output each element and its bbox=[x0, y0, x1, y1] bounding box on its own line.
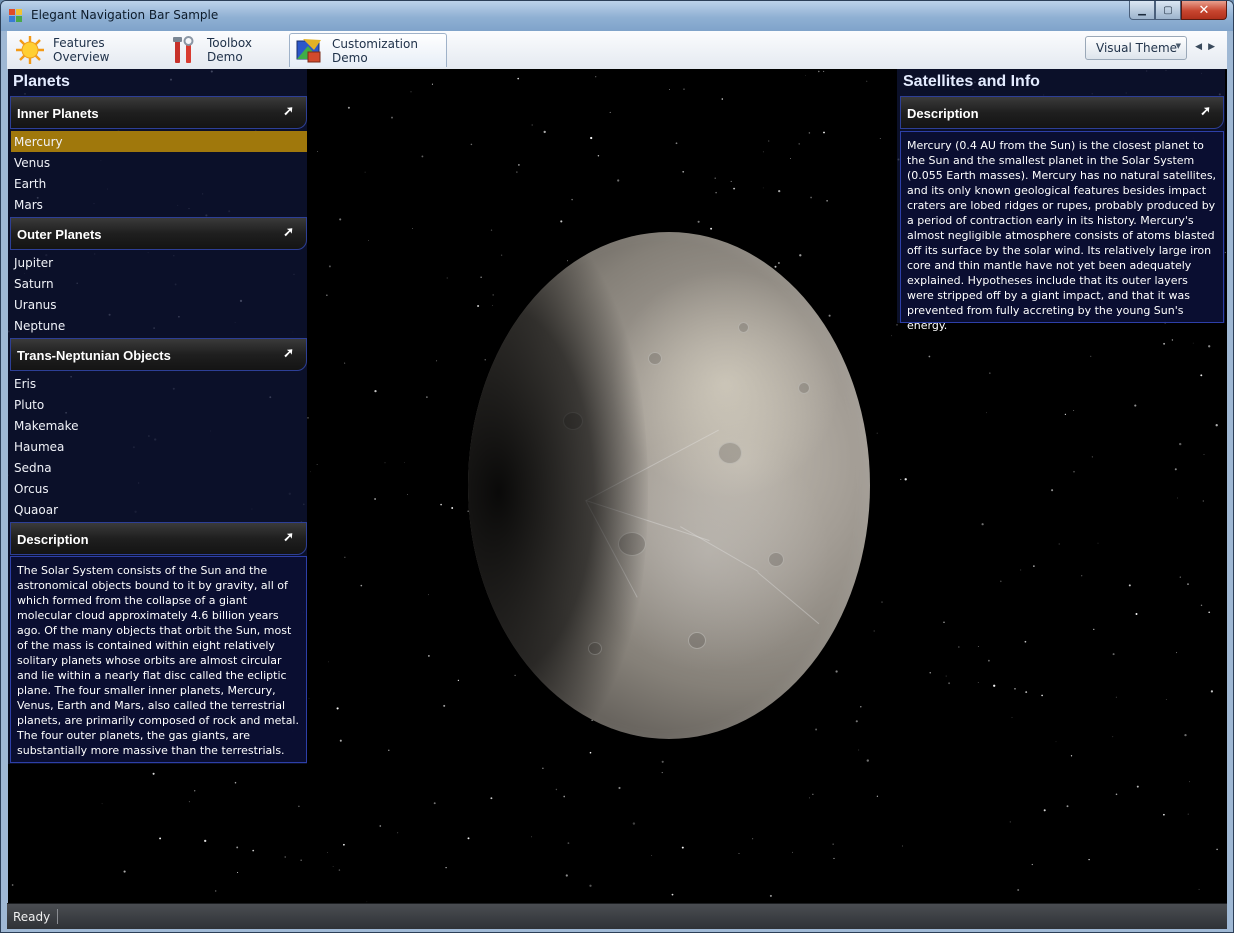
nav-item-earth[interactable]: Earth bbox=[11, 173, 307, 194]
nav-item-venus[interactable]: Venus bbox=[11, 152, 307, 173]
window-controls: ▁ ▢ ✕ bbox=[1129, 1, 1227, 21]
tab-label: Features Overview bbox=[53, 36, 110, 64]
space-viewport: Planets Inner Planets ➚ Mercury Venus Ea… bbox=[8, 69, 1227, 903]
group-header-label: Inner Planets bbox=[17, 106, 99, 121]
nav-item-mercury[interactable]: Mercury bbox=[11, 131, 307, 152]
toolbox-icon bbox=[169, 35, 199, 65]
status-separator bbox=[57, 909, 58, 924]
visual-theme-label: Visual Theme bbox=[1096, 41, 1178, 55]
tab-features-overview[interactable]: Features Overview bbox=[11, 33, 159, 67]
nav-item-haumea[interactable]: Haumea bbox=[11, 436, 307, 457]
nav-item-mars[interactable]: Mars bbox=[11, 194, 307, 215]
window-title: Elegant Navigation Bar Sample bbox=[31, 8, 219, 22]
tab-toolbox-demo[interactable]: Toolbox Demo bbox=[165, 33, 289, 67]
satellites-panel: Satellites and Info Description ➚ Mercur… bbox=[897, 69, 1225, 332]
expand-arrow-icon[interactable]: ➚ bbox=[283, 529, 294, 545]
mercury-planet-image bbox=[468, 232, 870, 739]
solar-system-description: The Solar System consists of the Sun and… bbox=[10, 556, 307, 763]
group-header-trans-neptunian[interactable]: Trans-Neptunian Objects ➚ bbox=[10, 338, 307, 371]
app-window: Elegant Navigation Bar Sample ▁ ▢ ✕ Feat… bbox=[0, 0, 1234, 933]
group-header-description[interactable]: Description ➚ bbox=[10, 522, 307, 555]
sun-icon bbox=[15, 35, 45, 65]
planets-panel-title: Planets bbox=[13, 73, 70, 90]
minimize-button[interactable]: ▁ bbox=[1129, 1, 1155, 20]
visual-theme-dropdown[interactable]: Visual Theme ▼ bbox=[1085, 36, 1187, 60]
tab-strip: Features Overview Toolbox Demo Customiza… bbox=[7, 31, 1227, 70]
expand-arrow-icon[interactable]: ➚ bbox=[283, 103, 294, 119]
nav-item-pluto[interactable]: Pluto bbox=[11, 394, 307, 415]
group-header-label: Trans-Neptunian Objects bbox=[17, 348, 171, 363]
group-header-inner-planets[interactable]: Inner Planets ➚ bbox=[10, 96, 307, 129]
mercury-description: Mercury (0.4 AU from the Sun) is the clo… bbox=[900, 131, 1224, 332]
planets-panel: Planets Inner Planets ➚ Mercury Venus Ea… bbox=[8, 69, 307, 764]
group-header-label: Description bbox=[907, 106, 979, 121]
satellites-panel-title: Satellites and Info bbox=[903, 73, 1040, 90]
group-header-label: Outer Planets bbox=[17, 227, 102, 242]
tab-customization-demo[interactable]: Customization Demo bbox=[289, 33, 447, 67]
expand-arrow-icon[interactable]: ➚ bbox=[283, 345, 294, 361]
expand-arrow-icon[interactable]: ➚ bbox=[1200, 103, 1211, 119]
status-text: Ready bbox=[13, 910, 51, 924]
tab-label: Toolbox Demo bbox=[207, 36, 252, 64]
title-bar[interactable]: Elegant Navigation Bar Sample ▁ ▢ ✕ bbox=[1, 1, 1233, 31]
scroll-right-icon[interactable]: ▶ bbox=[1208, 42, 1221, 52]
app-window-icon bbox=[9, 9, 23, 23]
nav-item-jupiter[interactable]: Jupiter bbox=[11, 252, 307, 273]
close-button[interactable]: ✕ bbox=[1181, 1, 1227, 20]
nav-item-eris[interactable]: Eris bbox=[11, 373, 307, 394]
maximize-button[interactable]: ▢ bbox=[1155, 1, 1181, 20]
nav-item-uranus[interactable]: Uranus bbox=[11, 294, 307, 315]
group-header-mercury-description[interactable]: Description ➚ bbox=[900, 96, 1224, 129]
nav-item-quaoar[interactable]: Quaoar bbox=[11, 499, 307, 520]
nav-item-makemake[interactable]: Makemake bbox=[11, 415, 307, 436]
chevron-down-icon: ▼ bbox=[1175, 42, 1181, 50]
tab-scroll-arrows: ◀▶ bbox=[1195, 42, 1221, 52]
tab-label: Customization Demo bbox=[332, 36, 418, 65]
customization-icon bbox=[294, 36, 324, 66]
status-bar: Ready bbox=[7, 903, 1227, 929]
nav-item-sedna[interactable]: Sedna bbox=[11, 457, 307, 478]
nav-item-saturn[interactable]: Saturn bbox=[11, 273, 307, 294]
group-header-outer-planets[interactable]: Outer Planets ➚ bbox=[10, 217, 307, 250]
nav-item-orcus[interactable]: Orcus bbox=[11, 478, 307, 499]
group-header-label: Description bbox=[17, 532, 89, 547]
nav-item-neptune[interactable]: Neptune bbox=[11, 315, 307, 336]
expand-arrow-icon[interactable]: ➚ bbox=[283, 224, 294, 240]
scroll-left-icon[interactable]: ◀ bbox=[1195, 42, 1208, 52]
